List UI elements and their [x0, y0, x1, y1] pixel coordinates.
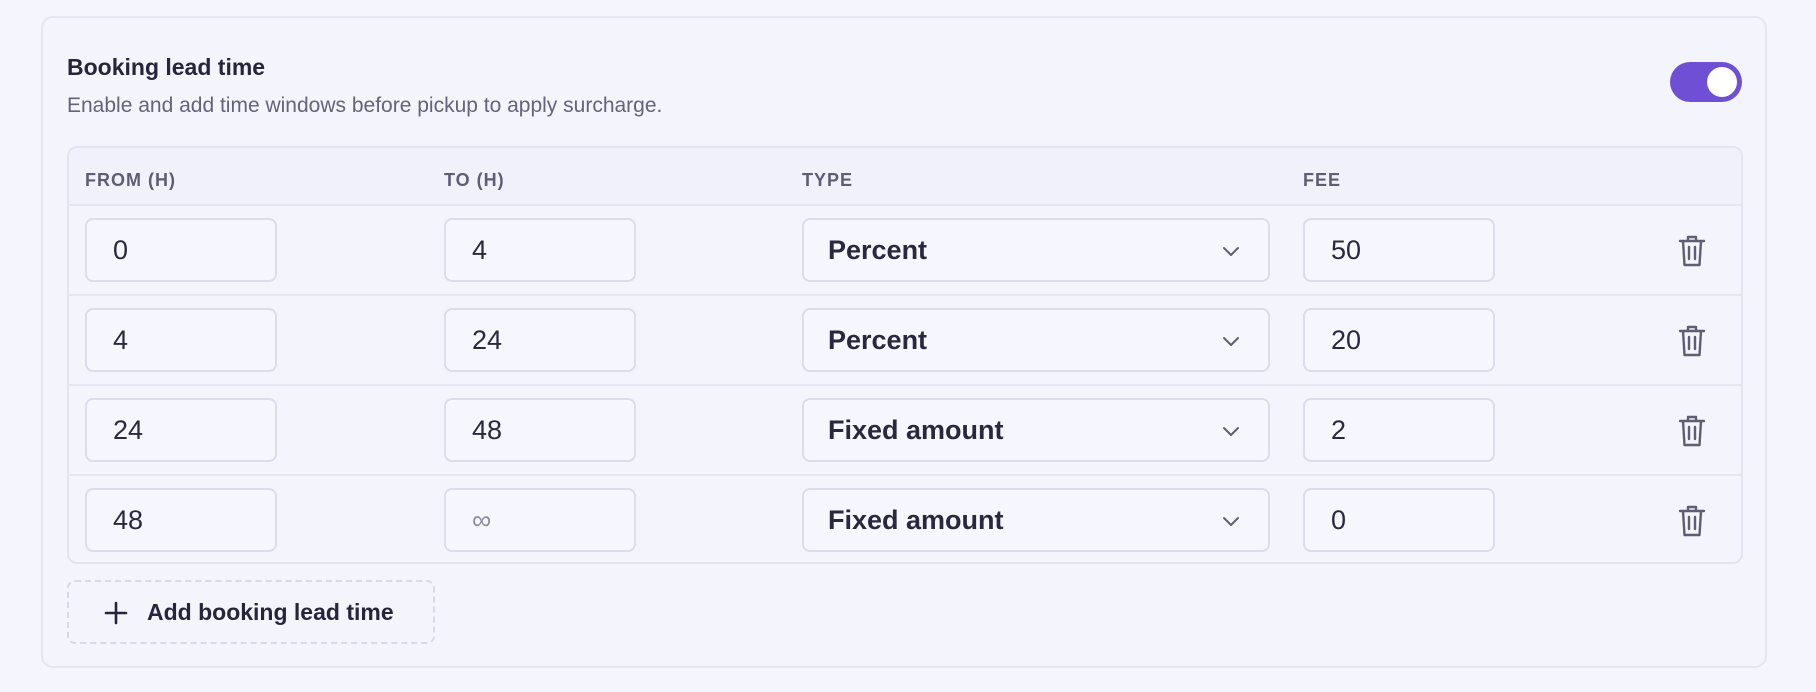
- header-fee: FEE: [1303, 170, 1342, 190]
- booking-lead-time-card: Booking lead time Enable and add time wi…: [41, 16, 1767, 668]
- fee-input[interactable]: 20: [1303, 308, 1495, 372]
- type-select-value: Fixed amount: [828, 415, 1004, 445]
- add-booking-lead-time-button[interactable]: Add booking lead time: [67, 580, 435, 644]
- table-row: 48 ∞ Fixed amount 0: [69, 476, 1741, 562]
- type-select-value: Percent: [828, 235, 928, 265]
- chevron-down-icon: [1223, 247, 1239, 256]
- table-row: 0 4 Percent 50: [69, 206, 1741, 296]
- plus-icon: [104, 601, 128, 625]
- table-row: 4 24 Percent 20: [69, 296, 1741, 386]
- fee-input[interactable]: 50: [1303, 218, 1495, 282]
- fee-input[interactable]: 0: [1303, 488, 1495, 552]
- table-header: FROM (H) TO (H) TYPE FEE: [69, 148, 1741, 206]
- enable-toggle[interactable]: [1670, 62, 1742, 102]
- toggle-knob: [1707, 67, 1737, 97]
- trash-icon[interactable]: [1677, 324, 1707, 358]
- table-row: 24 48 Fixed amount 2: [69, 386, 1741, 476]
- from-input[interactable]: 0: [85, 218, 277, 282]
- from-input[interactable]: 24: [85, 398, 277, 462]
- trash-icon[interactable]: [1677, 414, 1707, 448]
- header-from: FROM (H): [85, 170, 176, 190]
- type-select[interactable]: Percent: [802, 308, 1270, 372]
- type-select-value: Percent: [828, 325, 928, 355]
- from-input[interactable]: 4: [85, 308, 277, 372]
- type-select[interactable]: Fixed amount: [802, 398, 1270, 462]
- to-input[interactable]: ∞: [444, 488, 636, 552]
- to-input[interactable]: 48: [444, 398, 636, 462]
- type-select[interactable]: Percent: [802, 218, 1270, 282]
- trash-icon[interactable]: [1677, 234, 1707, 268]
- section-description: Enable and add time windows before picku…: [67, 94, 663, 117]
- to-input[interactable]: 24: [444, 308, 636, 372]
- chevron-down-icon: [1223, 427, 1239, 436]
- header-type: TYPE: [802, 170, 854, 190]
- chevron-down-icon: [1223, 517, 1239, 526]
- fee-input[interactable]: 2: [1303, 398, 1495, 462]
- lead-time-table: FROM (H) TO (H) TYPE FEE 0 4 Percent 50 …: [67, 146, 1743, 564]
- section-title: Booking lead time: [67, 54, 266, 80]
- from-input[interactable]: 48: [85, 488, 277, 552]
- chevron-down-icon: [1223, 337, 1239, 346]
- type-select[interactable]: Fixed amount: [802, 488, 1270, 552]
- to-input[interactable]: 4: [444, 218, 636, 282]
- header-to: TO (H): [444, 170, 505, 190]
- trash-icon[interactable]: [1677, 504, 1707, 538]
- add-button-label: Add booking lead time: [147, 599, 394, 625]
- type-select-value: Fixed amount: [828, 505, 1004, 535]
